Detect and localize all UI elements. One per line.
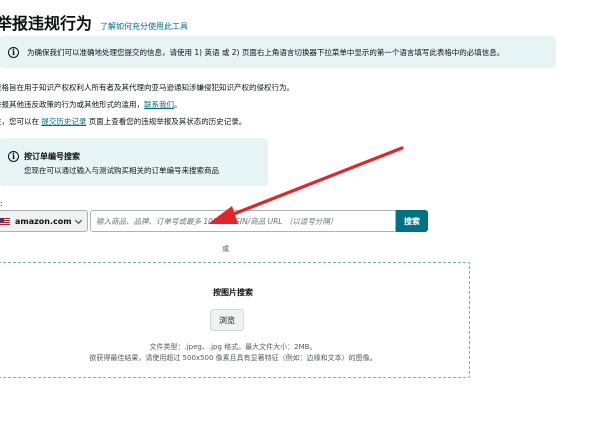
language-notice-banner: i 为确保我们可以准确地处理您提交的信息，请使用 1) 英语 或 2) 页面右上… [0,36,556,68]
intro-line-3: 注，您可以在 提交历史记录 页面上查看您的违规举报及其状态的历史记录。 [0,116,246,127]
intro-line-2: 举报其他违反政策的行为或其他形式的滥用，联系我们。 [0,99,182,110]
search-input[interactable] [90,210,396,232]
page-title: 举报违规行为 [0,14,93,33]
intro-line-2-text: 举报其他违反政策的行为或其他形式的滥用， [0,100,144,109]
info-icon: i [8,151,19,162]
marketplace-value: amazon.com [15,216,72,226]
or-divider: 或 [222,245,229,253]
file-type-hint: 文件类型：.jpeg、.jpg 格式。最大文件大小：2MB。 [149,343,317,351]
image-quality-hint: 欲获得最佳结果，请使用超过 500x500 像素且具有显著特征（例如：边缘和文本… [89,354,377,362]
browse-button[interactable]: 浏览 [210,309,244,331]
search-button[interactable]: 搜索 [396,210,428,232]
language-notice-text: 为确保我们可以准确地处理您提交的信息，请使用 1) 英语 或 2) 页面右上角语… [27,47,505,57]
us-flag-icon [0,217,10,225]
intro-line-2-suffix: 。 [174,100,182,109]
submission-history-link[interactable]: 提交历史记录 [41,117,86,126]
marketplace-dropdown[interactable]: amazon.com [0,210,88,232]
order-search-title: 按订单编号搜索 [24,152,80,161]
intro-line-3-suffix: 页面上查看您的违规举报及其状态的历史记录。 [86,117,247,126]
contact-us-link[interactable]: 联系我们 [144,100,174,109]
order-search-notice: i 按订单编号搜索 您现在可以通过输入与测试购买相关的订单编号来搜索商品 [0,138,268,186]
image-upload-dropzone[interactable]: 按图片搜索 浏览 文件类型：.jpeg、.jpg 格式。最大文件大小：2MB。 … [0,262,470,378]
info-icon: i [8,46,19,58]
image-search-title: 按图片搜索 [213,288,253,297]
search-label: 索: [0,199,3,208]
chevron-down-icon [74,216,83,225]
page-header: 举报违规行为 了解如何充分使用此工具 [0,10,188,34]
intro-line-1: 表格旨在用于知识产权权利人所有者及其代理向亚马逊通知涉嫌侵犯知识产权的侵权行为。 [0,83,294,92]
order-search-description: 您现在可以通过输入与测试购买相关的订单编号来搜索商品 [24,166,219,175]
intro-line-3-text: 注，您可以在 [0,117,39,126]
help-link[interactable]: 了解如何充分使用此工具 [100,21,188,32]
